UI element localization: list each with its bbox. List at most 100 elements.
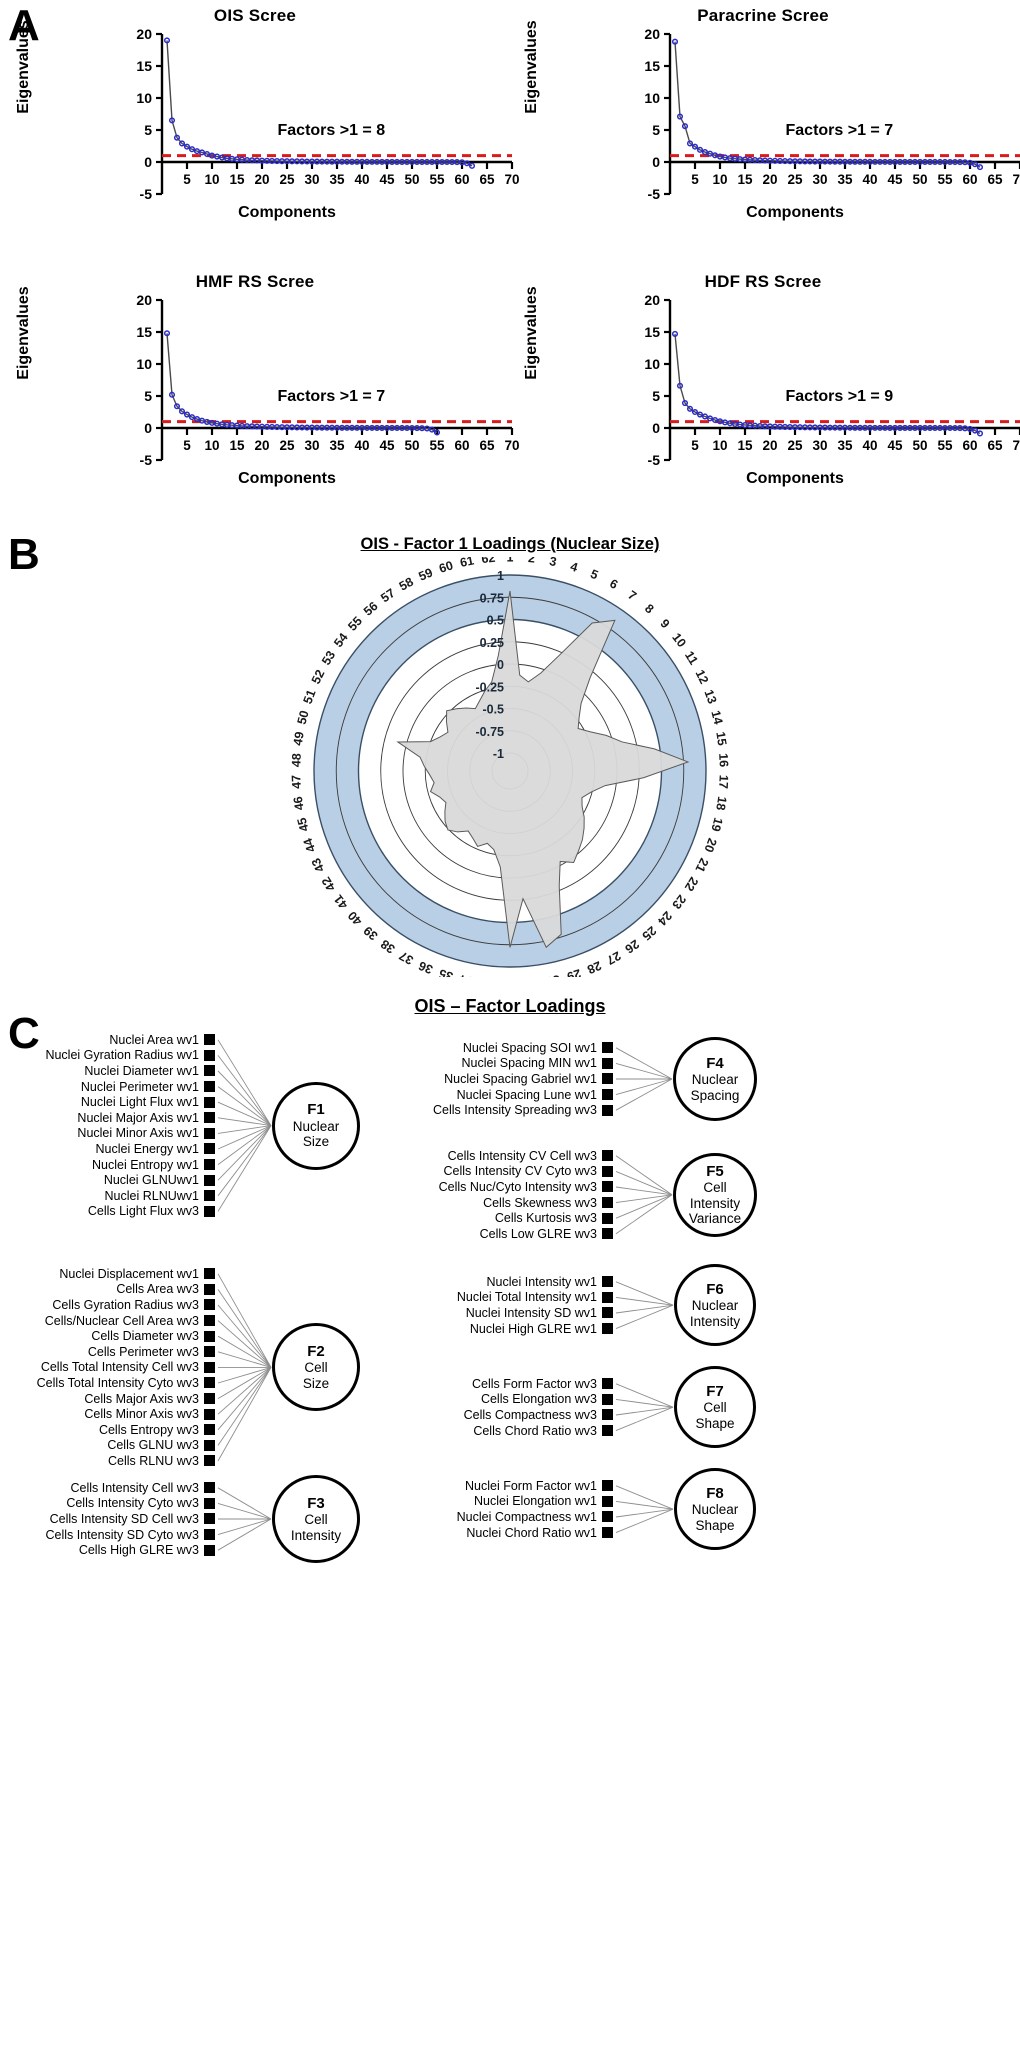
factor-item-label: Cells Chord Ratio wv3 xyxy=(473,1423,597,1438)
scree-y-axis-label: Eigenvalues xyxy=(15,286,32,380)
factor-item-row: Nuclei Spacing Lune wv1 xyxy=(0,1087,613,1103)
scree-y-tick-label: 20 xyxy=(644,292,660,308)
radar-radial-tick-label: -0.5 xyxy=(482,703,504,717)
scree-svg: -5 0 5 10 15 20 5 10 15 20 25 30 35 40 45 50 55 60 65 70 Fac… xyxy=(136,292,519,468)
radar-category-label: 2 xyxy=(527,557,535,566)
factor-item-label: Nuclei Chord Ratio wv1 xyxy=(466,1525,597,1540)
radar-category-label: 6 xyxy=(607,576,620,592)
scree-x-tick-label: 60 xyxy=(454,438,469,453)
scree-y-tick-label: 10 xyxy=(136,356,152,372)
factor-item-row: Cells Chord Ratio wv3 xyxy=(0,1423,613,1439)
radar-category-label: 9 xyxy=(657,616,672,631)
scree-svg: -5 0 5 10 15 20 5 10 15 20 25 30 35 40 45 50 55 60 65 70 Fac… xyxy=(136,26,519,202)
factor-item-row: Nuclei Intensity wv1 xyxy=(0,1274,613,1290)
scree-x-tick-label: 60 xyxy=(454,172,469,187)
factor-item-marker-icon xyxy=(602,1323,613,1335)
radar-category-label: 10 xyxy=(669,630,689,650)
radar-category-label: 1 xyxy=(507,557,514,564)
radar-category-label: 7 xyxy=(625,588,639,603)
scree-title: HMF RS Scree xyxy=(195,272,315,291)
factor-item-row: Cells Compactness wv3 xyxy=(0,1407,613,1423)
radar-category-label: 45 xyxy=(295,816,312,833)
factor-item-marker-icon xyxy=(602,1276,613,1288)
radar-category-label: 22 xyxy=(682,874,701,893)
scree-y-tick-label: 5 xyxy=(652,122,660,138)
scree-line xyxy=(166,40,473,167)
factor-item-label: Nuclei Compactness wv1 xyxy=(456,1509,597,1524)
radar-category-label: 30 xyxy=(545,972,561,977)
scree-x-tick-label: 25 xyxy=(787,172,803,187)
scree-y-tick-label: -5 xyxy=(140,186,153,202)
radar-category-label: 20 xyxy=(701,836,719,854)
factor-item-marker-icon xyxy=(602,1527,613,1539)
radar-category-label: 12 xyxy=(693,668,712,687)
radar-category-label: 48 xyxy=(289,753,304,768)
factor-item-row: Cells Total Intensity Cell wv3 xyxy=(0,1360,215,1376)
panel-a-scree-plots: A OIS Scree Eigenvalues Components -5 0 5 10 15… xyxy=(0,0,1020,510)
radar-category-label: 46 xyxy=(291,795,307,811)
factor-item-row: Cells Nuc/Cyto Intensity wv3 xyxy=(0,1179,613,1195)
scree-x-tick-label: 25 xyxy=(279,172,295,187)
scree-title: HDF RS Scree xyxy=(704,272,822,291)
radar-svg: 10.750.50.250-0.25-0.5-0.75-11 2 3 4 5678910… xyxy=(289,550,731,991)
radar-category-label: 40 xyxy=(345,908,365,928)
scree-x-tick-label: 15 xyxy=(737,438,753,453)
scree-x-tick-label: 25 xyxy=(787,438,803,453)
scree-y-tick-label: 20 xyxy=(136,26,152,42)
scree-x-tick-label: 35 xyxy=(329,172,345,187)
scree-x-tick-label: 65 xyxy=(479,172,495,187)
factor-item-row: Nuclei Intensity SD wv1 xyxy=(0,1305,613,1321)
radar-category-label: 62 xyxy=(481,557,496,566)
factor-item-label: Nuclei Spacing MIN wv1 xyxy=(461,1056,597,1071)
factor-connector xyxy=(615,1047,673,1080)
panel-b-radar: B OIS - Factor 1 Loadings (Nuclear Size)… xyxy=(0,515,1020,992)
factor-item-row: Cells Kurtosis wv3 xyxy=(0,1210,613,1226)
factor-name-line: Variance xyxy=(688,1211,742,1227)
factor-item-row: Nuclei Compactness wv1 xyxy=(0,1509,613,1525)
factor-item-label: Cells Intensity CV Cell wv3 xyxy=(447,1148,597,1163)
factor-item-row: Cells Perimeter wv3 xyxy=(0,1344,215,1360)
factor-item-label: Nuclei Spacing SOI wv1 xyxy=(462,1040,597,1055)
scree-plot-paracrine: Paracrine Scree Eigenvalues Components -5 0 5… xyxy=(523,6,1020,221)
factor-item-list-f6: Nuclei Intensity wv1 Nuclei Total Intensi… xyxy=(0,1274,613,1336)
radar-category-label: 17 xyxy=(716,775,731,790)
radar-radial-tick-label: -1 xyxy=(493,747,504,761)
scree-x-tick-label: 50 xyxy=(912,438,927,453)
factor-id-label: F4 xyxy=(706,1054,724,1072)
factor-item-label: Nuclei Elongation wv1 xyxy=(474,1494,597,1509)
radar-category-label: 52 xyxy=(309,668,328,687)
factor-item-marker-icon xyxy=(204,1127,215,1139)
scree-y-tick-label: -5 xyxy=(648,452,661,468)
factor-item-marker-icon xyxy=(602,1104,613,1116)
radar-category-label: 38 xyxy=(378,937,397,956)
radar-category-label: 29 xyxy=(565,966,583,977)
radar-category-label: 5 xyxy=(588,567,600,583)
factor-item-label: Cells Perimeter wv3 xyxy=(87,1344,199,1359)
radar-category-label: 36 xyxy=(417,958,435,976)
scree-x-tick-label: 30 xyxy=(812,438,827,453)
panel-b-letter: B xyxy=(8,530,40,579)
factor-item-marker-icon xyxy=(602,1057,613,1069)
scree-y-tick-label: 0 xyxy=(144,420,152,436)
factor-item-label: Nuclei Intensity SD wv1 xyxy=(465,1305,597,1320)
radar-category-label: 39 xyxy=(361,923,381,943)
radar-radial-tick-label: 0 xyxy=(497,658,504,672)
factor-item-label: Nuclei Minor Axis wv1 xyxy=(77,1126,199,1141)
factor-name-line: Nuclear xyxy=(691,1298,739,1314)
radar-category-label: 57 xyxy=(378,586,397,605)
factor-item-row: Cells Low GLRE wv3 xyxy=(0,1226,613,1242)
factor-item-marker-icon xyxy=(204,1361,215,1373)
factor-id-label: F5 xyxy=(706,1162,724,1180)
radar-category-label: 59 xyxy=(417,565,435,583)
radar-category-label: 58 xyxy=(397,575,416,594)
scree-x-tick-label: 35 xyxy=(329,438,345,453)
factor-item-row: Nuclei Chord Ratio wv1 xyxy=(0,1525,613,1541)
scree-svg: -5 0 5 10 15 20 5 10 15 20 25 30 35 40 45 50 55 60 65 70 Fac… xyxy=(644,292,1020,468)
radar-category-label: 15 xyxy=(713,731,729,747)
scree-x-tick-label: 45 xyxy=(379,438,395,453)
radar-chart: 1 0.75 0.5 0.25 0 -0.25 -0.5 -0.75 -1 1 2 3 4 5 6 7 8 9 10… xyxy=(150,550,870,991)
scree-y-tick-label: 0 xyxy=(144,154,152,170)
radar-category-label: 33 xyxy=(481,976,496,977)
radar-category-label: 49 xyxy=(291,731,307,747)
factor-item-row: Cells Intensity CV Cell wv3 xyxy=(0,1148,613,1164)
